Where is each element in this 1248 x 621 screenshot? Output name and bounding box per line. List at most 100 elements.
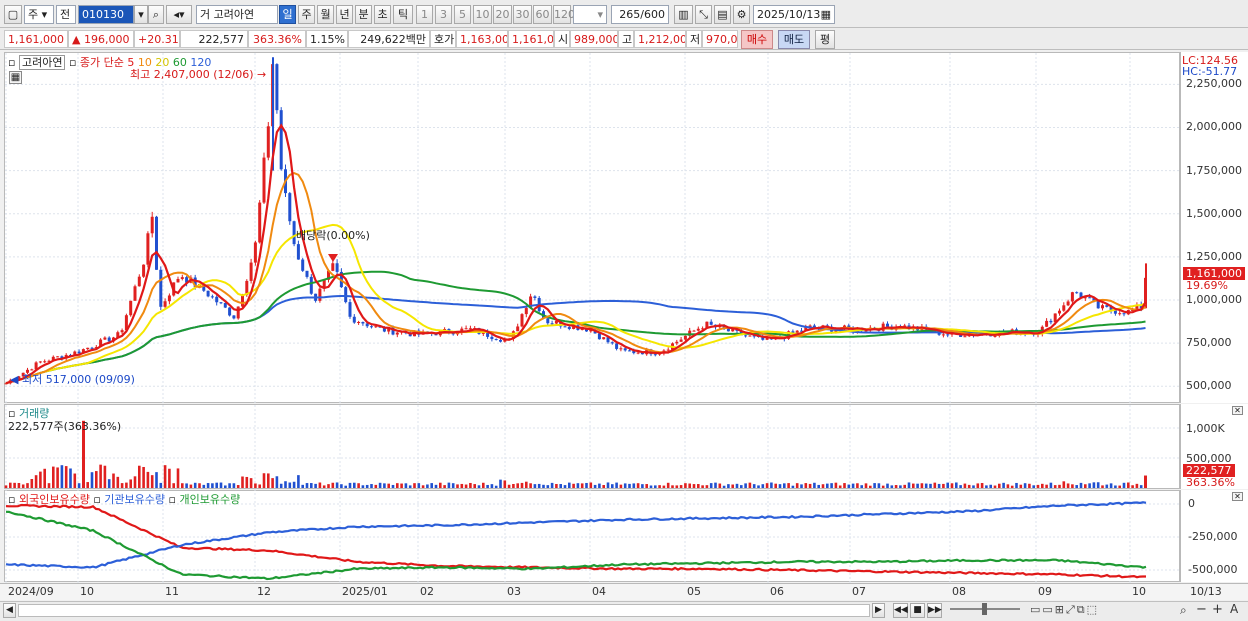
volume-bar [654, 485, 657, 488]
volume-bar [1019, 484, 1023, 488]
candle-body [357, 322, 361, 323]
volume-bar [709, 483, 713, 488]
volume-bar [443, 485, 446, 488]
minus-icon[interactable]: − [1196, 602, 1207, 617]
high-annotation: 최고 2,407,000 (12/06) → [130, 68, 267, 81]
font-size-icon[interactable]: A [1230, 602, 1238, 616]
volume-bar [460, 483, 464, 488]
x-axis-label: 04 [592, 585, 606, 598]
volume-bar [791, 485, 795, 488]
candle-body [666, 349, 670, 351]
candle-body [249, 262, 253, 281]
candle-body [615, 343, 619, 349]
volume-bar [645, 484, 648, 488]
volume-bar [903, 484, 906, 488]
volume-bar [899, 485, 902, 488]
volume-bar [434, 484, 438, 488]
volume-bar [946, 482, 949, 488]
x-axis-label: 03 [507, 585, 521, 598]
volume-bar [877, 483, 881, 488]
candle-body [361, 322, 365, 324]
volume-bar [1084, 484, 1087, 488]
volume-bar [1139, 485, 1143, 488]
volume-bar [860, 485, 863, 488]
volume-bar [224, 485, 227, 488]
stock-label[interactable]: 고려아연 [18, 55, 66, 70]
volume-bar [232, 483, 236, 488]
volume-bar [456, 484, 459, 488]
candle-body [1045, 320, 1049, 327]
volume-bar [1114, 485, 1117, 488]
volume-bar [821, 484, 825, 488]
volume-bar [1109, 483, 1113, 488]
volume-bar [808, 483, 812, 488]
volume-bar [731, 484, 734, 488]
volume-bar [34, 475, 38, 488]
collapse-icon[interactable]: ▫ [8, 493, 15, 506]
volume-bar [30, 479, 34, 488]
close-icon[interactable]: ✕ [1232, 406, 1243, 415]
ma10-line [5, 172, 1147, 385]
volume-bar [641, 484, 644, 488]
stop-icon[interactable]: ■ [910, 603, 925, 618]
volume-bar [525, 481, 528, 488]
forward-icon[interactable]: ▶▶ [927, 603, 942, 618]
volume-bar [176, 468, 180, 488]
candle-body [490, 336, 494, 340]
volume-bar [90, 472, 94, 488]
volume-bar [886, 483, 889, 488]
collapse-icon[interactable]: ▫ [8, 56, 15, 69]
view-tool-icons[interactable]: ▭▭⊞⤢⧉⬚ [1030, 603, 1099, 617]
candle-body [228, 307, 232, 316]
candle-body [301, 259, 305, 271]
volume-bar [60, 465, 64, 488]
volume-bar [408, 485, 412, 488]
close-icon[interactable]: ✕ [1232, 492, 1243, 501]
volume-bar [611, 484, 614, 488]
price-tick: 1,250,000 [1186, 249, 1242, 263]
low-annotation: ◀ 최저 517,000 (09/09) [10, 373, 135, 386]
candle-body [86, 347, 90, 350]
x-axis-label: 06 [770, 585, 784, 598]
volume-bar [494, 485, 498, 488]
volume-bar [77, 483, 81, 488]
volume-bar [589, 482, 593, 488]
candle-body [1122, 313, 1126, 315]
candle-body [146, 233, 150, 265]
dividend-marker-icon [328, 254, 338, 262]
volume-bar [1092, 482, 1096, 488]
volume-bar [1002, 482, 1005, 488]
x-axis-label: 2025/01 [342, 585, 388, 598]
x-axis-label: 08 [952, 585, 966, 598]
scroll-track[interactable] [18, 604, 870, 617]
candle-body [167, 295, 171, 302]
zoom-out-icon[interactable]: ⌕ [1180, 603, 1187, 618]
volume-bar [692, 484, 696, 488]
volume-bar [95, 471, 98, 488]
candle-body [176, 278, 180, 283]
x-axis-label: 05 [687, 585, 701, 598]
candle-body [253, 242, 257, 263]
volume-bar [864, 483, 868, 488]
volume-bar [64, 466, 68, 488]
volume-bar [486, 484, 489, 488]
volume-bar [198, 483, 201, 488]
volume-bar [1010, 485, 1014, 488]
plus-icon[interactable]: + [1212, 602, 1223, 617]
table-view-icon[interactable]: ▦ [9, 71, 22, 84]
price-tick: 2,000,000 [1186, 120, 1242, 134]
volume-bar [138, 465, 141, 488]
volume-bar [344, 485, 347, 488]
volume-bar [783, 483, 786, 488]
scroll-right-arrow[interactable]: ▶ [872, 603, 885, 618]
volume-bar [856, 483, 859, 488]
volume-bar [159, 482, 163, 488]
candle-body [305, 270, 309, 277]
holdings-legend: ▫ 외국인보유수량 ▫ 기관보유수량 ▫ 개인보유수량 [8, 491, 240, 507]
rewind-icon[interactable]: ◀◀ [893, 603, 908, 618]
volume-bar [365, 484, 369, 488]
candle-body [348, 302, 352, 317]
volume-bar [838, 485, 842, 488]
scroll-left-arrow[interactable]: ◀ [3, 603, 16, 618]
zoom-slider-handle[interactable] [982, 603, 987, 615]
